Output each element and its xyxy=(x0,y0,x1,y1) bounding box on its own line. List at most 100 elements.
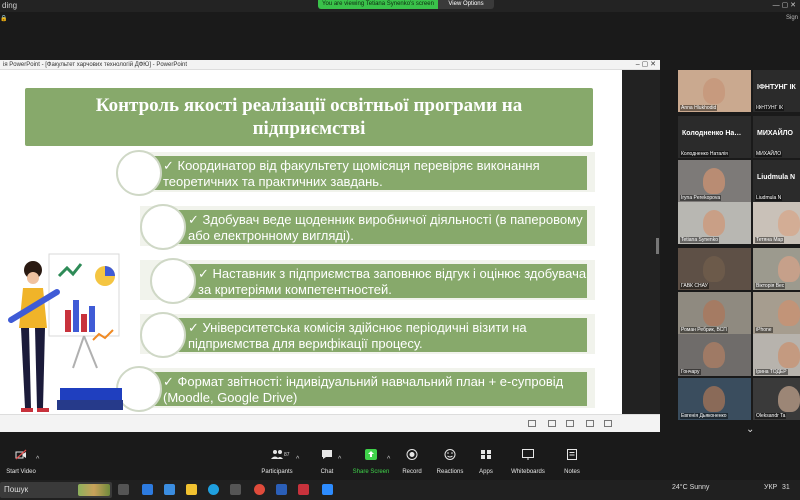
apps-button[interactable]: Apps xyxy=(472,444,500,480)
participant-name: Ірина ТОДЕР xyxy=(755,369,788,375)
language-indicator[interactable]: УКР xyxy=(764,484,777,491)
participant-tile[interactable]: Тетяна Мар xyxy=(753,202,800,244)
chrome-icon[interactable] xyxy=(254,484,265,495)
fit-slide-icon[interactable] xyxy=(604,420,612,427)
record-button[interactable]: Record xyxy=(396,444,428,480)
item-bar-4: ✓ Університетська комісія здійснює періо… xyxy=(170,318,587,352)
participant-name: МИХАЙЛО xyxy=(755,151,783,157)
participant-tile[interactable]: ІФНТУНГ ІК ІФНТУНГ ІК xyxy=(753,70,800,112)
copilot-icon[interactable] xyxy=(142,484,153,495)
participant-tile[interactable]: Ірина ТОДЕР xyxy=(753,334,800,376)
item-text-3: ✓ Наставник з підприємства заповнює відг… xyxy=(198,266,586,298)
taskbar-search[interactable]: Пошук xyxy=(0,482,112,498)
edge-icon[interactable] xyxy=(208,484,219,495)
participants-count: 87 xyxy=(284,452,290,458)
whiteboard-icon xyxy=(522,449,534,460)
participant-video xyxy=(778,300,800,326)
participant-display-name: МИХАЙЛО xyxy=(757,130,793,137)
reading-view-icon[interactable] xyxy=(566,420,574,427)
powerpoint-window-title: ія PowerPoint - [Факультет харчових техн… xyxy=(3,62,188,68)
zoom-top-bar: ding You are viewing Tetiana Synenko's s… xyxy=(0,0,800,12)
whiteboards-label: Whiteboards xyxy=(511,469,545,475)
participant-tile[interactable]: Tetiana Synenko xyxy=(678,202,751,244)
participants-caret[interactable]: ^ xyxy=(296,456,299,463)
participant-name: Tetiana Synenko xyxy=(680,237,719,243)
zoom-taskbar-icon[interactable] xyxy=(322,484,333,495)
participant-tile[interactable]: ГАВК СНАУ xyxy=(678,248,751,290)
view-options-button[interactable]: View Options xyxy=(438,0,494,9)
participant-name: Anna Hlukhodid xyxy=(680,105,718,111)
lock-icon: 🔒 xyxy=(0,16,8,22)
participant-name: ГАВК СНАУ xyxy=(680,283,709,289)
meeting-toolbar: Start Video ^ 87 Participants ^ Chat ^ S… xyxy=(0,444,800,480)
participant-name: Колодненко Наталія xyxy=(680,151,729,157)
item-3-line1: ✓ Наставник з підприємства заповнює відг… xyxy=(198,266,587,281)
slideshow-icon[interactable] xyxy=(586,420,594,427)
participant-tile[interactable]: Колодненко На… Колодненко Наталія xyxy=(678,116,751,158)
participant-tile[interactable]: Роман Ребрик, ВСП xyxy=(678,292,751,334)
normal-view-icon[interactable] xyxy=(528,420,536,427)
participant-video xyxy=(703,386,725,412)
participant-name: Liudmula N xyxy=(755,195,783,201)
participant-name: iPhone xyxy=(755,327,773,333)
item-bar-1: ✓ Координатор від факультету щомісяця пе… xyxy=(145,156,587,190)
item-bar-5: ✓ Формат звітності: індивідуальний навча… xyxy=(145,372,587,406)
window-controls[interactable]: — ▢ ✕ xyxy=(773,0,796,12)
whiteboards-button[interactable]: Whiteboards xyxy=(506,444,550,480)
powerpoint-status-bar xyxy=(0,414,660,432)
slide-title-line1: Контроль якості реалізації освітньої про… xyxy=(95,95,523,116)
participant-tile[interactable]: Iryna Perekopova xyxy=(678,160,751,202)
powerpoint-window-controls[interactable]: – ▢ ✕ xyxy=(636,60,656,70)
item-3-line2: за критеріями компетентностей. xyxy=(198,282,392,297)
weather-widget[interactable]: 24°C Sunny xyxy=(672,484,709,491)
participant-name: Вікторія Вес xyxy=(755,283,786,289)
slide: Контроль якості реалізації освітньої про… xyxy=(0,70,622,414)
participant-tile[interactable]: iPhone xyxy=(753,292,800,334)
chat-caret[interactable]: ^ xyxy=(338,456,341,463)
share-screen-button[interactable]: Share Screen xyxy=(350,444,392,480)
viewing-screen-indicator: You are viewing Tetiana Synenko's screen xyxy=(318,0,438,9)
record-icon xyxy=(406,449,418,460)
participant-name: Гончару xyxy=(680,369,701,375)
notes-label: Notes xyxy=(564,469,580,475)
participant-tile[interactable]: МИХАЙЛО МИХАЙЛО xyxy=(753,116,800,158)
slide-title: Контроль якості реалізації освітньої про… xyxy=(25,94,593,140)
chevron-down-icon[interactable]: ⌄ xyxy=(746,424,754,435)
task-view-icon[interactable] xyxy=(118,484,129,495)
notes-button[interactable]: Notes xyxy=(558,444,586,480)
bullet-circle-1 xyxy=(116,150,162,196)
start-video-button[interactable]: Start Video xyxy=(2,444,40,480)
bullet-circle-3 xyxy=(150,258,196,304)
search-highlight-image xyxy=(78,484,110,496)
slide-sorter-icon[interactable] xyxy=(548,420,556,427)
participant-name: Oleksandr Ta xyxy=(755,413,787,419)
item-1-line1: ✓ Координатор від факультету щомісяця пе… xyxy=(163,158,540,173)
participant-tile[interactable]: Liudmula N Liudmula N xyxy=(753,160,800,202)
item-2-line2: або електронному вигляді). xyxy=(188,228,354,243)
clock[interactable]: 31 xyxy=(782,484,790,491)
word-icon[interactable] xyxy=(276,484,287,495)
file-explorer-icon[interactable] xyxy=(186,484,197,495)
participants-button[interactable]: 87 Participants xyxy=(258,444,296,480)
participant-video xyxy=(703,256,725,282)
video-options-caret[interactable]: ^ xyxy=(36,456,39,463)
participant-video xyxy=(778,386,800,412)
participant-tile[interactable]: Вікторія Вес xyxy=(753,248,800,290)
share-caret[interactable]: ^ xyxy=(387,456,390,463)
store-icon[interactable] xyxy=(230,484,241,495)
participant-video xyxy=(778,256,800,282)
mail-icon[interactable] xyxy=(164,484,175,495)
item-1-line2: теоретичних та практичних завдань. xyxy=(163,174,383,189)
participant-name: Тетяна Мар xyxy=(755,237,785,243)
search-label: Пошук xyxy=(4,485,29,494)
participant-tile[interactable]: Гончару xyxy=(678,334,751,376)
participant-tile[interactable]: Anna Hlukhodid xyxy=(678,70,751,112)
splitter-handle[interactable] xyxy=(656,238,659,254)
record-label: Record xyxy=(402,469,422,475)
header-strip xyxy=(0,12,800,60)
participant-tile[interactable]: Oleksandr Ta xyxy=(753,378,800,420)
participant-tile[interactable]: Евгенія Дьяконенко xyxy=(678,378,751,420)
powerpoint-icon[interactable] xyxy=(298,484,309,495)
reactions-button[interactable]: Reactions xyxy=(432,444,468,480)
sign-in-label[interactable]: Sign xyxy=(786,15,798,21)
